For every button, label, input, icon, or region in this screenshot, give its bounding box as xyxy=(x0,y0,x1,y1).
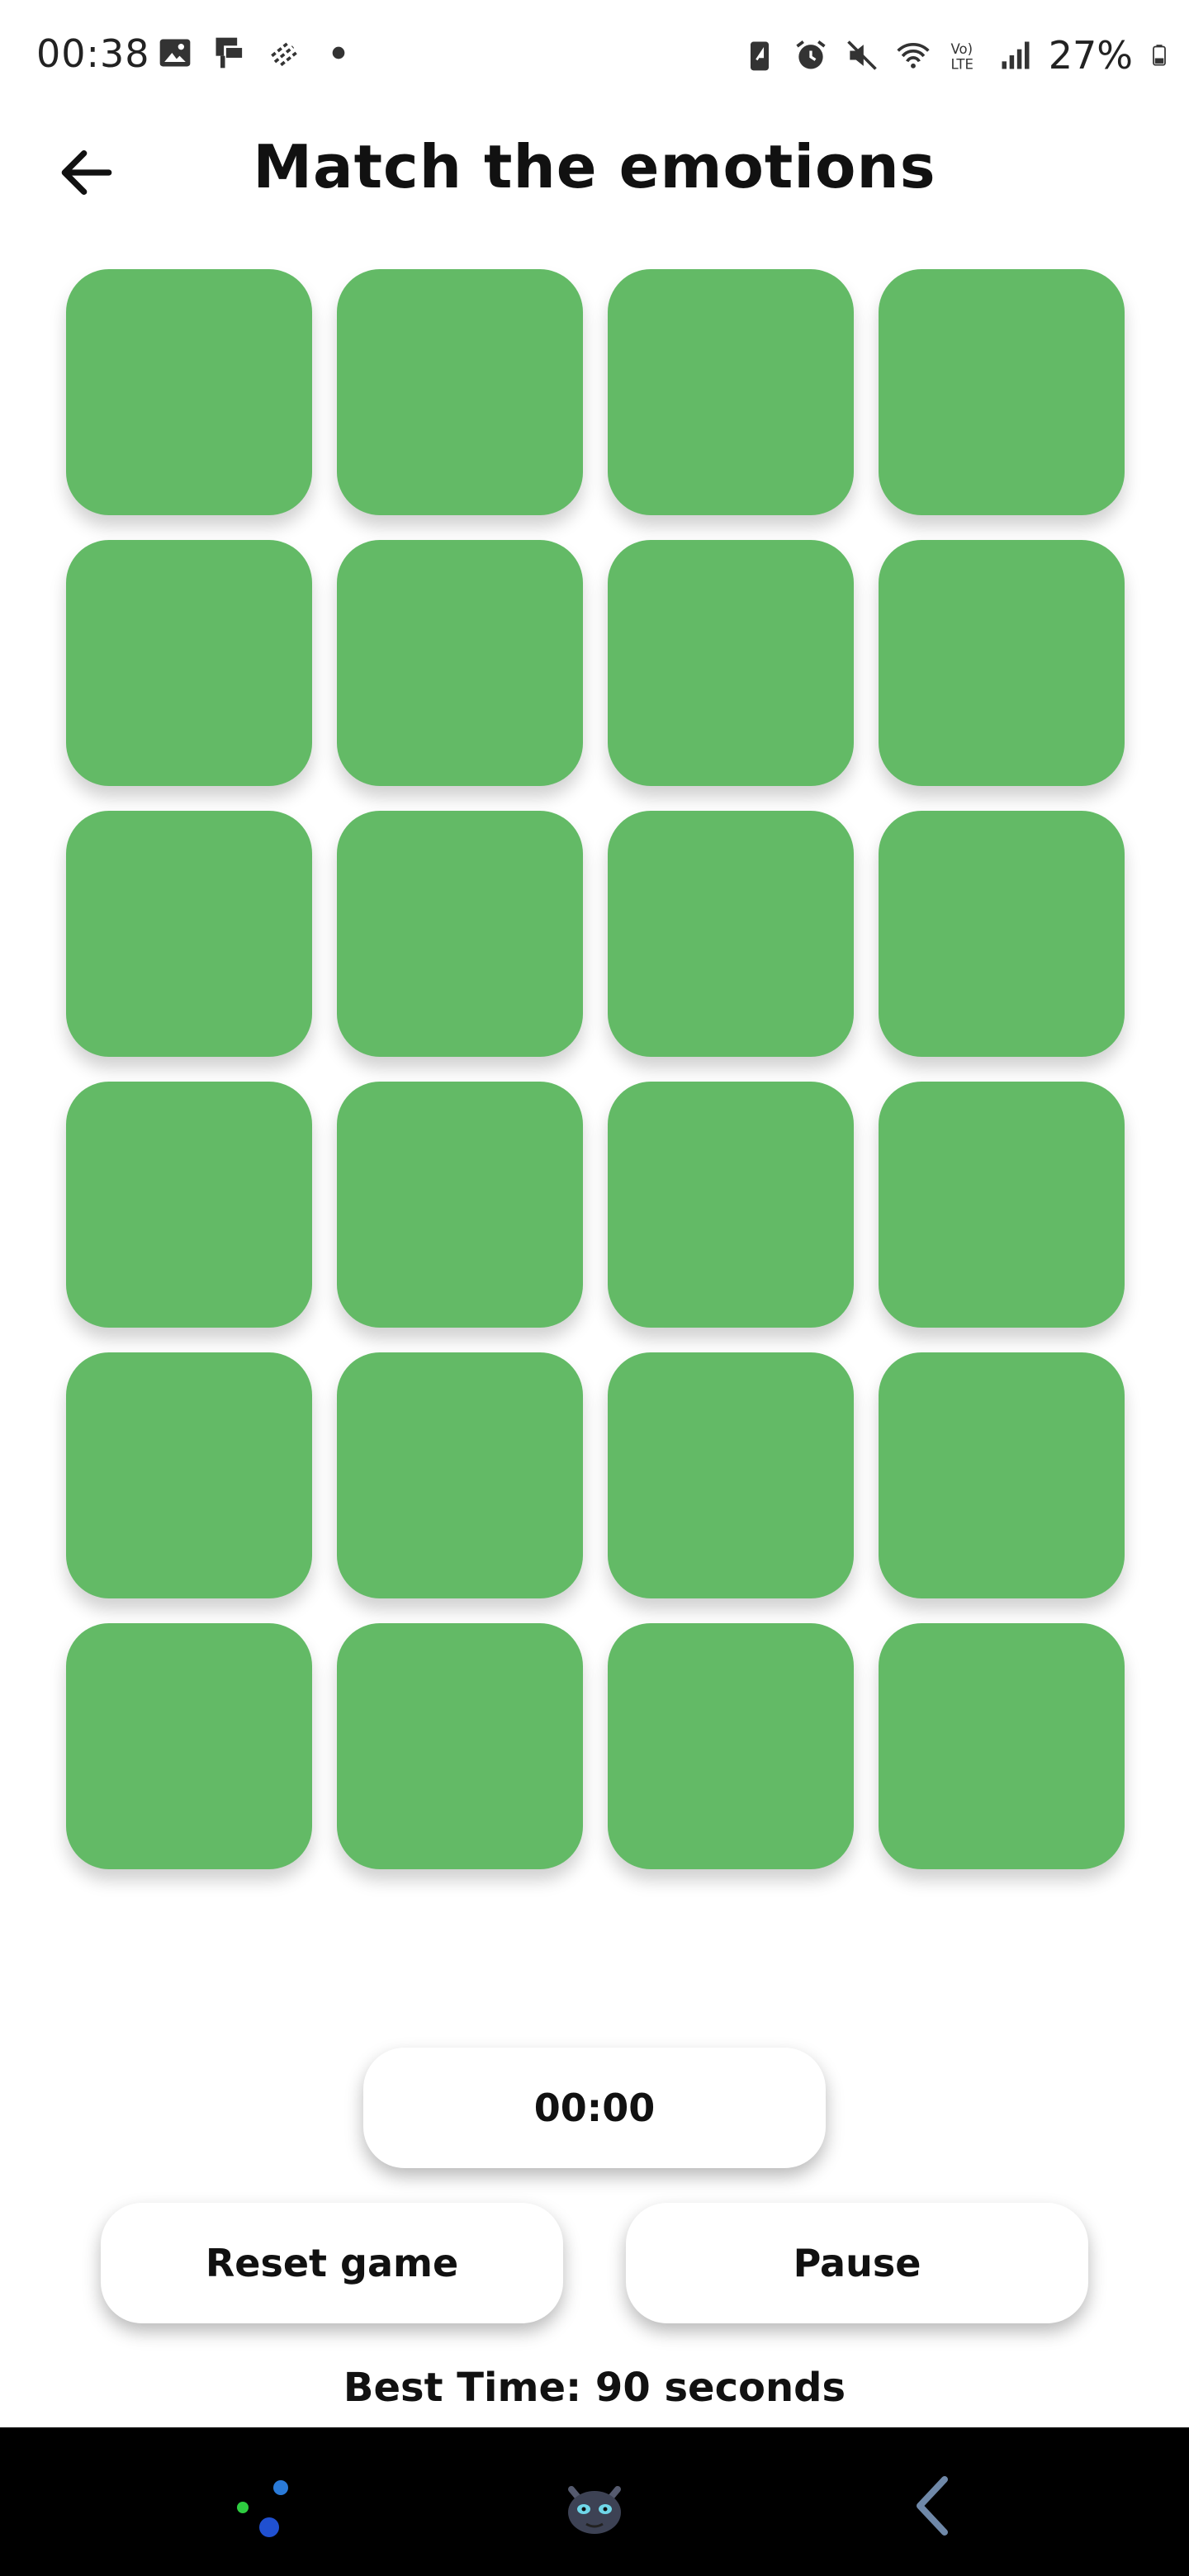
memory-card[interactable] xyxy=(337,1082,583,1328)
dot-icon xyxy=(332,46,345,59)
svg-text:Vo): Vo) xyxy=(950,41,973,57)
battery-icon xyxy=(1153,45,1166,66)
memory-card[interactable] xyxy=(879,269,1125,515)
battery-percentage: 27% xyxy=(1048,33,1133,78)
status-left-icons xyxy=(157,35,357,71)
memory-card[interactable] xyxy=(337,269,583,515)
pause-button[interactable]: Pause xyxy=(626,2203,1088,2323)
memory-card[interactable] xyxy=(337,811,583,1057)
memory-card[interactable] xyxy=(608,1623,854,1869)
volte-icon: Vo)LTE xyxy=(950,41,973,73)
memory-card[interactable] xyxy=(66,540,312,786)
memory-card[interactable] xyxy=(879,1082,1125,1328)
memory-card[interactable] xyxy=(66,269,312,515)
timer-display: 00:00 xyxy=(363,2048,826,2168)
memory-card[interactable] xyxy=(608,540,854,786)
alarm-icon xyxy=(796,40,826,69)
memory-card[interactable] xyxy=(66,1352,312,1598)
reset-game-button[interactable]: Reset game xyxy=(101,2203,563,2323)
mute-icon xyxy=(846,40,877,70)
status-time: 00:38 xyxy=(36,31,150,76)
svg-text:LTE: LTE xyxy=(950,57,973,73)
memory-card[interactable] xyxy=(608,1352,854,1598)
data-saver-icon xyxy=(271,42,297,67)
battery-saver-icon xyxy=(750,41,769,71)
memory-card-grid xyxy=(66,269,1125,1869)
status-bar: 00:38 Vo) LTE 27% xyxy=(0,0,1189,112)
memory-card[interactable] xyxy=(879,811,1125,1057)
memory-card[interactable] xyxy=(337,1623,583,1869)
memory-card[interactable] xyxy=(337,540,583,786)
memory-card[interactable] xyxy=(608,811,854,1057)
memory-card[interactable] xyxy=(879,540,1125,786)
cast-icon xyxy=(216,37,244,69)
memory-card[interactable] xyxy=(608,1082,854,1328)
memory-card[interactable] xyxy=(66,1082,312,1328)
assistant-dots-icon[interactable] xyxy=(225,2465,307,2547)
character-avatar-icon[interactable] xyxy=(553,2465,636,2547)
memory-card[interactable] xyxy=(608,269,854,515)
best-time-label: Best Time: 90 seconds xyxy=(343,2365,846,2411)
memory-card[interactable] xyxy=(66,1623,312,1869)
signal-icon xyxy=(1002,41,1030,69)
wifi-icon xyxy=(897,42,930,69)
status-right-icons: Vo) LTE 27% xyxy=(741,33,1171,78)
back-gesture-icon[interactable] xyxy=(892,2465,974,2547)
page-title: Match the emotions xyxy=(253,132,936,201)
image-icon xyxy=(159,39,191,67)
memory-card[interactable] xyxy=(879,1352,1125,1598)
bottom-nav-bar xyxy=(0,2427,1189,2576)
memory-card[interactable] xyxy=(337,1352,583,1598)
memory-card[interactable] xyxy=(66,811,312,1057)
memory-card[interactable] xyxy=(879,1623,1125,1869)
